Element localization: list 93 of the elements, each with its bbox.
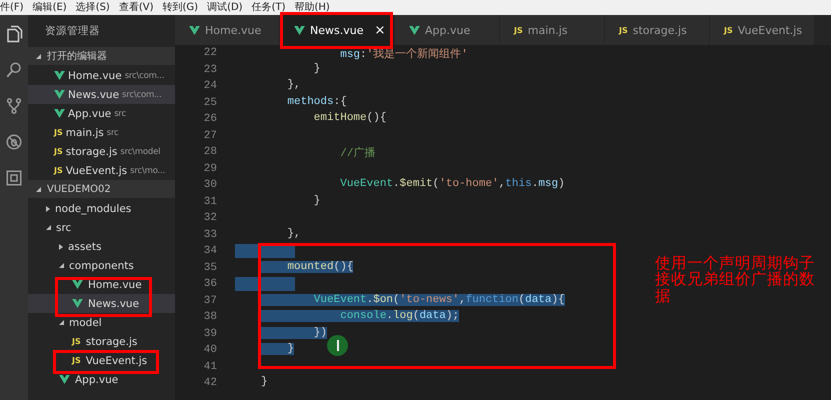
js-icon: JS bbox=[619, 26, 628, 34]
line-number: 27 bbox=[202, 130, 217, 142]
vue-icon bbox=[409, 26, 420, 34]
tree-item[interactable]: Home.vue bbox=[28, 275, 175, 294]
annotation-note: 使用一个声明周期钩子接收兄弟组价广播的数据 bbox=[655, 255, 816, 304]
js-icon: JS bbox=[54, 166, 63, 175]
tree-item[interactable]: src bbox=[28, 218, 175, 237]
editor-tab[interactable]: Home.vue bbox=[175, 15, 280, 45]
line-number: 32 bbox=[202, 212, 217, 224]
line-number: 41 bbox=[202, 360, 217, 373]
line-number: 33 bbox=[202, 228, 217, 241]
vue-icon bbox=[72, 280, 83, 289]
code-line: }, bbox=[286, 228, 301, 242]
line-number: 26 bbox=[202, 113, 217, 126]
debug-icon[interactable] bbox=[5, 133, 23, 151]
js-icon: JS bbox=[72, 356, 81, 365]
tree-item[interactable]: model bbox=[28, 313, 175, 332]
open-editor-item[interactable]: App.vue src bbox=[28, 104, 175, 123]
search-icon[interactable] bbox=[5, 61, 23, 79]
tree-item[interactable]: JS VueEvent.js bbox=[28, 351, 175, 370]
editor-tab[interactable]: App.vue bbox=[395, 15, 500, 45]
line-number: 40 bbox=[202, 344, 217, 356]
code-line: }, bbox=[286, 79, 301, 94]
tree-item[interactable]: JS storage.js bbox=[28, 332, 175, 351]
line-number: 39 bbox=[202, 328, 217, 340]
vue-icon bbox=[294, 26, 305, 34]
section-header[interactable]: VUEDEMO02 bbox=[28, 180, 175, 198]
editor-tab[interactable]: News.vue × bbox=[280, 15, 395, 45]
sidebar-title: 资源管理器 bbox=[44, 24, 101, 39]
tree-item[interactable]: assets bbox=[28, 237, 175, 256]
files-icon[interactable] bbox=[5, 25, 23, 43]
menu-item[interactable]: 转到(G) bbox=[162, 0, 198, 15]
close-icon[interactable]: × bbox=[374, 22, 386, 38]
open-editor-item[interactable]: JS main.js src bbox=[28, 123, 175, 142]
editor-tab[interactable]: JS VueEvent.js bbox=[710, 15, 815, 45]
line-number: 22 bbox=[202, 47, 217, 60]
line-number: 36 bbox=[202, 278, 217, 290]
vue-icon bbox=[59, 375, 70, 384]
vue-icon bbox=[54, 71, 65, 80]
vue-icon bbox=[54, 109, 65, 118]
source-control-icon[interactable] bbox=[5, 97, 23, 115]
caret-icon bbox=[46, 225, 51, 230]
line-number: 31 bbox=[202, 196, 217, 208]
code-line: VueEvent.$emit('to-home',this.msg) bbox=[339, 178, 565, 192]
line-number: 24 bbox=[202, 80, 217, 92]
extensions-icon[interactable] bbox=[5, 169, 23, 187]
js-icon: JS bbox=[72, 337, 81, 346]
code-line: emitHome(){ bbox=[312, 112, 386, 126]
menu-item[interactable]: 调试(D) bbox=[207, 0, 243, 15]
js-icon: JS bbox=[54, 147, 63, 156]
menu-item[interactable]: 编辑(E) bbox=[32, 0, 67, 15]
open-editor-item[interactable]: JS storage.js src\model bbox=[28, 142, 175, 161]
caret-icon bbox=[59, 263, 64, 268]
menu-item[interactable]: 任务(T) bbox=[252, 0, 286, 15]
line-number: 37 bbox=[202, 294, 217, 307]
js-icon: JS bbox=[514, 26, 523, 34]
vue-icon bbox=[54, 90, 65, 99]
js-icon: JS bbox=[724, 26, 733, 34]
line-number: 23 bbox=[202, 64, 217, 76]
open-editor-item[interactable]: Home.vue src\com... bbox=[28, 66, 175, 85]
code-line: methods:{ bbox=[286, 96, 347, 110]
open-editor-item[interactable]: JS VueEvent.js src\mo... bbox=[28, 161, 175, 180]
line-number: 35 bbox=[202, 262, 217, 274]
line-number: 25 bbox=[202, 96, 217, 109]
caret-icon bbox=[59, 244, 63, 250]
line-number: 34 bbox=[202, 245, 217, 258]
line-number: 30 bbox=[202, 179, 217, 192]
code-line: //广播 bbox=[339, 146, 376, 160]
caret-icon bbox=[46, 206, 50, 212]
menu-item[interactable]: 帮助(H) bbox=[294, 0, 330, 15]
line-number: 29 bbox=[202, 162, 217, 175]
code-line: } bbox=[312, 62, 320, 77]
menu-item[interactable]: 查看(V) bbox=[118, 0, 154, 15]
editor-tab[interactable]: JS storage.js bbox=[605, 15, 710, 45]
vue-icon bbox=[189, 26, 200, 34]
tree-item[interactable]: News.vue bbox=[28, 294, 175, 313]
tree-item[interactable]: node_modules bbox=[28, 199, 175, 218]
open-editor-item[interactable]: News.vue src\com... bbox=[28, 85, 175, 104]
menu-item[interactable]: 选择(S) bbox=[76, 0, 110, 15]
tree-item[interactable]: App.vue bbox=[28, 370, 175, 389]
tree-item[interactable]: components bbox=[28, 256, 175, 275]
caret-icon bbox=[59, 320, 64, 325]
editor-tab[interactable]: JS main.js bbox=[500, 15, 605, 45]
line-number: 42 bbox=[202, 377, 217, 390]
vue-icon bbox=[72, 299, 83, 308]
menu-item[interactable]: 件(F) bbox=[0, 0, 24, 15]
cursor-highlight bbox=[327, 335, 348, 356]
section-header[interactable]: 打开的编辑器 bbox=[28, 47, 175, 65]
line-number: 28 bbox=[202, 146, 217, 158]
code-line: } bbox=[312, 194, 320, 209]
code-line: } bbox=[261, 376, 268, 390]
js-icon: JS bbox=[54, 128, 63, 137]
line-number: 38 bbox=[202, 311, 217, 324]
